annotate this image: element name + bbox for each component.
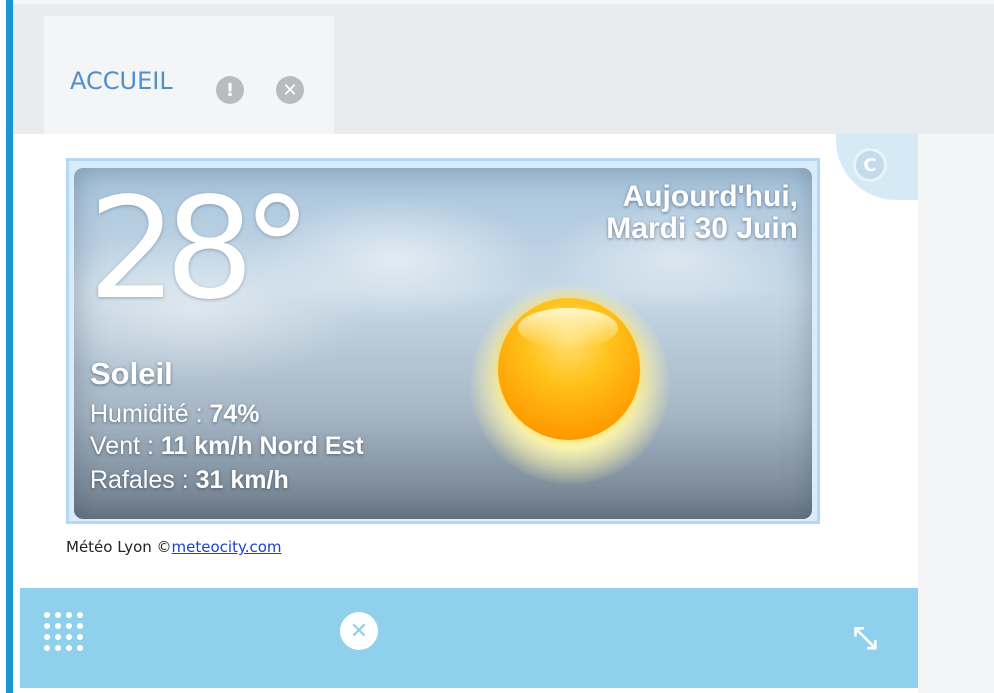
grid-dot bbox=[55, 634, 61, 640]
weather-credit: Météo Lyon ©meteocity.com bbox=[66, 538, 282, 556]
humidity-value: 74% bbox=[209, 400, 260, 428]
grid-dot bbox=[55, 645, 61, 651]
wind-label: Vent : bbox=[90, 432, 161, 460]
wind-line: Vent : 11 km/h Nord Est bbox=[90, 432, 364, 461]
grid-dot bbox=[44, 645, 50, 651]
gusts-line: Rafales : 31 km/h bbox=[90, 466, 289, 495]
left-accent-bar bbox=[6, 0, 13, 693]
grid-dot bbox=[77, 612, 83, 618]
grid-dot bbox=[66, 645, 72, 651]
grid-dot bbox=[66, 634, 72, 640]
humidity-line: Humidité : 74% bbox=[90, 400, 260, 429]
close-icon[interactable]: ✕ bbox=[276, 76, 304, 104]
tab-bar: ACCUEIL ! ✕ bbox=[13, 0, 994, 138]
refresh-icon[interactable]: C bbox=[853, 148, 887, 182]
wind-value: 11 km/h Nord Est bbox=[160, 432, 364, 460]
grid-icon[interactable] bbox=[44, 612, 88, 656]
grid-dot bbox=[55, 623, 61, 629]
credit-text: Météo Lyon © bbox=[66, 538, 172, 556]
tab-accueil[interactable]: ACCUEIL ! ✕ bbox=[44, 16, 334, 138]
grid-dot bbox=[44, 623, 50, 629]
grid-dot bbox=[44, 612, 50, 618]
meteocity-link[interactable]: meteocity.com bbox=[172, 538, 282, 556]
date-line-1: Aujourd'hui, bbox=[622, 180, 798, 213]
grid-dot bbox=[66, 623, 72, 629]
widget-footer bbox=[20, 588, 918, 688]
grid-dot bbox=[77, 623, 83, 629]
grid-dot bbox=[77, 634, 83, 640]
temperature: 28° bbox=[88, 168, 312, 331]
grid-dot bbox=[55, 612, 61, 618]
humidity-label: Humidité : bbox=[90, 400, 210, 428]
close-widget-icon[interactable]: ✕ bbox=[340, 612, 378, 650]
resize-icon[interactable]: ⤡ bbox=[848, 622, 882, 656]
date-line-2: Mardi 30 Juin bbox=[606, 212, 798, 245]
right-panel bbox=[918, 134, 994, 693]
tab-label[interactable]: ACCUEIL bbox=[70, 67, 173, 95]
grid-dot bbox=[66, 612, 72, 618]
gusts-value: 31 km/h bbox=[195, 466, 289, 494]
info-icon[interactable]: ! bbox=[216, 76, 244, 104]
grid-dot bbox=[77, 645, 83, 651]
gusts-label: Rafales : bbox=[90, 466, 196, 494]
weather-card[interactable]: 28° Aujourd'hui, Mardi 30 Juin Soleil Hu… bbox=[74, 168, 812, 519]
weather-condition: Soleil bbox=[90, 356, 173, 391]
grid-dot bbox=[44, 634, 50, 640]
sun-highlight bbox=[518, 308, 618, 348]
